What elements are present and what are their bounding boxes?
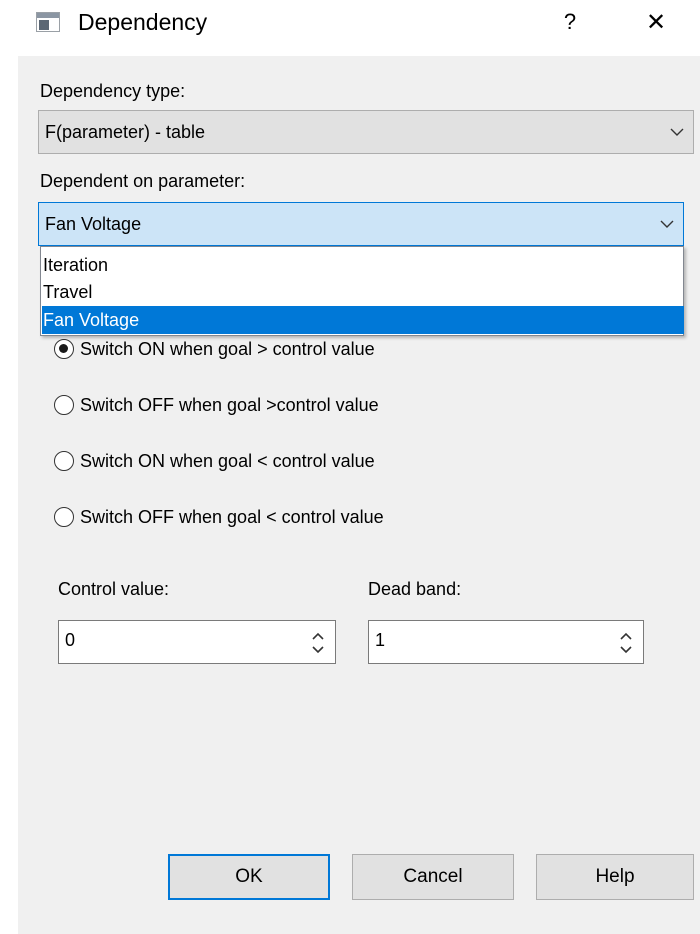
control-value-label: Control value:: [58, 579, 170, 599]
dependent-on-label: Dependent on parameter:: [40, 171, 246, 191]
dropdown-option-fan-voltage[interactable]: Fan Voltage: [42, 306, 684, 334]
window-title: Dependency: [78, 9, 208, 35]
spin-up-down-icon[interactable]: [617, 629, 635, 657]
help-button[interactable]: Help: [536, 854, 694, 900]
control-value-input[interactable]: 0: [65, 629, 75, 651]
title-bar[interactable]: Dependency ? ✕: [0, 0, 700, 48]
dependency-dialog: Dependency ? ✕ Dependency type: F(parame…: [0, 0, 700, 934]
radio-switch-off-lt[interactable]: Switch OFF when goal < control value: [54, 502, 384, 532]
dropdown-option-iteration[interactable]: Iteration: [42, 251, 684, 279]
ok-button[interactable]: OK: [168, 854, 330, 900]
dependency-type-select[interactable]: F(parameter) - table: [38, 110, 694, 154]
dependent-on-value: Fan Voltage: [45, 214, 142, 234]
close-icon[interactable]: ✕: [632, 4, 680, 40]
dead-band-spinbox[interactable]: 1: [368, 620, 644, 664]
chevron-down-icon: [670, 128, 684, 136]
radio-label: Switch ON when goal < control value: [80, 451, 375, 471]
control-value-spinbox[interactable]: 0: [58, 620, 336, 664]
radio-label: Switch OFF when goal >control value: [80, 395, 379, 415]
radio-button[interactable]: [54, 507, 74, 527]
radio-label: Switch ON when goal > control value: [80, 339, 375, 359]
dropdown-option-travel[interactable]: Travel: [42, 278, 684, 306]
dependency-type-label: Dependency type:: [40, 81, 186, 101]
dependency-type-value: F(parameter) - table: [45, 122, 206, 142]
help-icon[interactable]: ?: [550, 4, 590, 40]
radio-button[interactable]: [54, 451, 74, 471]
spin-up-down-icon[interactable]: [309, 629, 327, 657]
dead-band-input[interactable]: 1: [375, 629, 385, 651]
radio-label: Switch OFF when goal < control value: [80, 507, 384, 527]
radio-switch-on-gt[interactable]: Switch ON when goal > control value: [54, 334, 375, 364]
radio-button-checked[interactable]: [54, 339, 74, 359]
radio-switch-on-lt[interactable]: Switch ON when goal < control value: [54, 446, 375, 476]
dead-band-label: Dead band:: [368, 579, 462, 599]
radio-button[interactable]: [54, 395, 74, 415]
app-window-icon: [36, 12, 60, 32]
chevron-down-icon: [660, 220, 674, 228]
dependent-on-select[interactable]: Fan Voltage: [38, 202, 684, 246]
radio-switch-off-gt[interactable]: Switch OFF when goal >control value: [54, 390, 379, 420]
cancel-button[interactable]: Cancel: [352, 854, 514, 900]
parameter-dropdown-list[interactable]: Iteration Travel Fan Voltage: [40, 246, 684, 336]
